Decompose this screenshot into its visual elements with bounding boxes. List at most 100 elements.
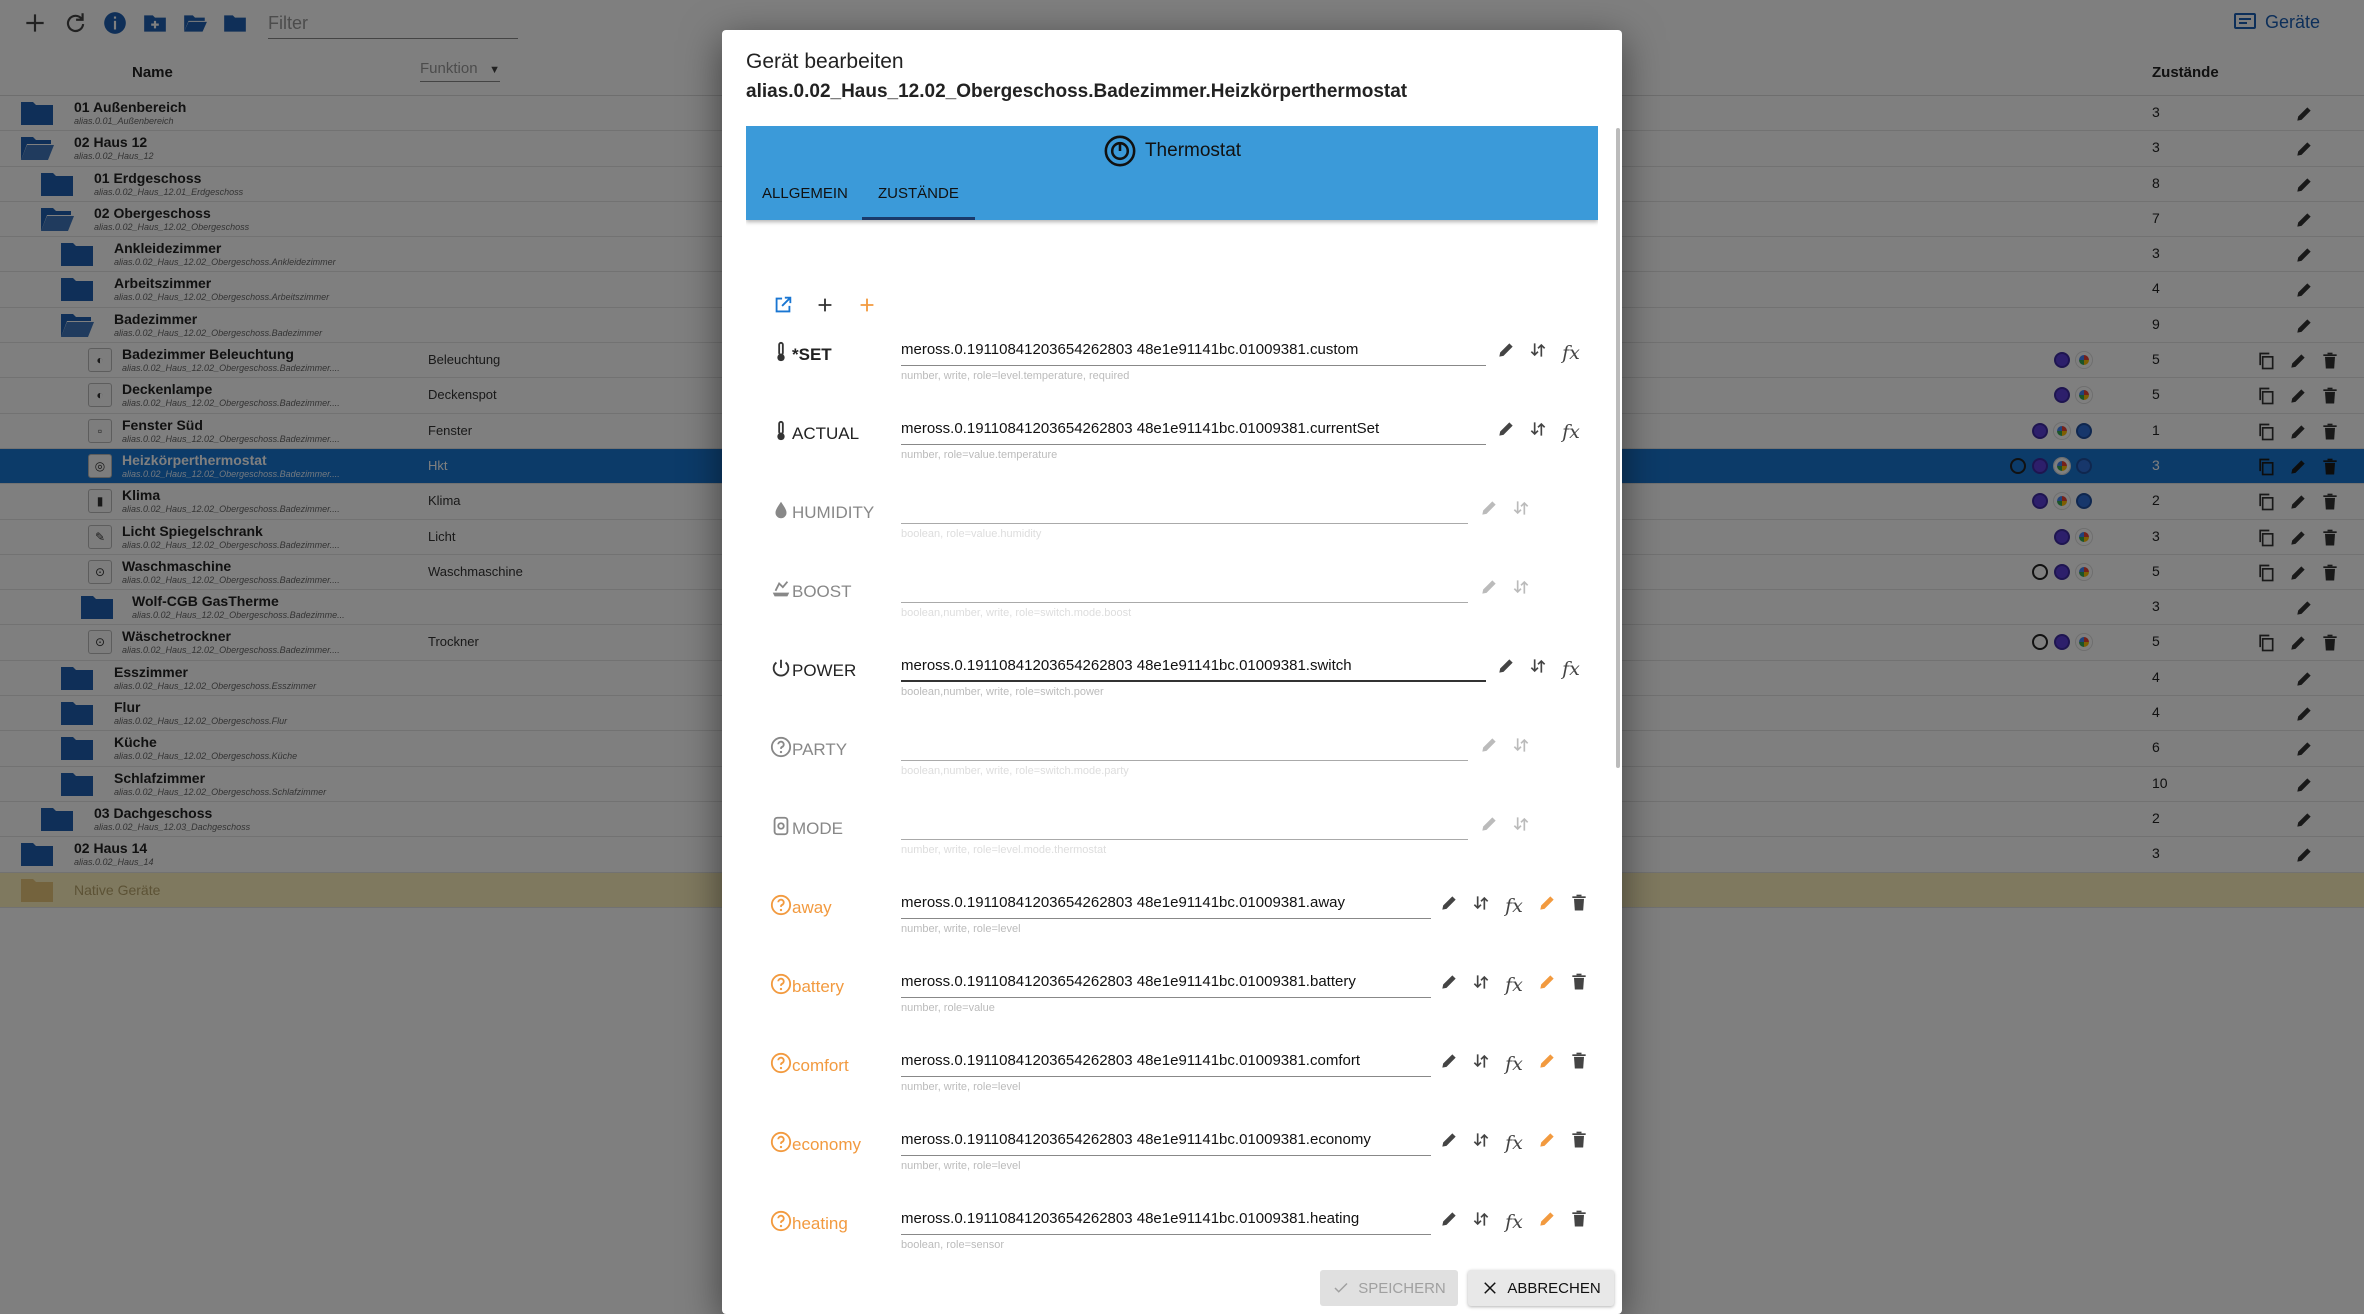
state-hint: number, write, role=level: [901, 1081, 1021, 1093]
state-actions: [1479, 498, 1531, 523]
edit-icon[interactable]: [1479, 498, 1499, 523]
state-actions: fx: [1439, 1130, 1589, 1155]
state-id-input[interactable]: [901, 731, 1468, 761]
swap-icon[interactable]: [1471, 1130, 1491, 1155]
swap-icon[interactable]: [1528, 340, 1548, 365]
state-name: economy: [792, 1135, 861, 1154]
tab-general[interactable]: ALLGEMEIN: [746, 181, 864, 220]
swap-icon[interactable]: [1471, 893, 1491, 918]
swap-icon[interactable]: [1511, 577, 1531, 602]
humidity-icon: [770, 499, 792, 521]
state-name: MODE: [792, 819, 843, 838]
swap-icon[interactable]: [1471, 1051, 1491, 1076]
swap-icon[interactable]: [1471, 1209, 1491, 1234]
thermometer-icon: [770, 341, 792, 363]
help-icon: [770, 973, 792, 995]
rename-icon[interactable]: [1537, 893, 1557, 918]
state-id-input[interactable]: meross.0.19110841203654262803 48e1e91141…: [901, 1205, 1431, 1235]
function-icon[interactable]: fx: [1503, 1211, 1525, 1233]
state-id-input[interactable]: meross.0.19110841203654262803 48e1e91141…: [901, 652, 1486, 682]
state-id-input[interactable]: [901, 494, 1468, 524]
function-icon[interactable]: fx: [1503, 1053, 1525, 1075]
swap-icon[interactable]: [1528, 656, 1548, 681]
state-id-input[interactable]: meross.0.19110841203654262803 48e1e91141…: [901, 968, 1431, 998]
state-name: away: [792, 898, 832, 917]
open-in-new-icon[interactable]: [772, 294, 794, 316]
swap-icon[interactable]: [1511, 498, 1531, 523]
state-row-economy: economy meross.0.19110841203654262803 48e…: [746, 1114, 1598, 1193]
function-icon[interactable]: fx: [1560, 342, 1582, 364]
function-icon[interactable]: fx: [1503, 1132, 1525, 1154]
delete-icon[interactable]: [1569, 893, 1589, 918]
dialog-scrollbar[interactable]: [1616, 128, 1620, 768]
help-icon: [770, 894, 792, 916]
edit-icon[interactable]: [1479, 577, 1499, 602]
function-icon[interactable]: fx: [1560, 421, 1582, 443]
state-hint: boolean,number, write, role=switch.mode.…: [901, 607, 1132, 619]
edit-icon[interactable]: [1479, 814, 1499, 839]
function-icon[interactable]: fx: [1503, 974, 1525, 996]
edit-icon[interactable]: [1496, 419, 1516, 444]
function-icon[interactable]: fx: [1560, 658, 1582, 680]
swap-icon[interactable]: [1471, 972, 1491, 997]
state-row-boost: BOOST boolean,number, write, role=switch.…: [746, 561, 1598, 640]
edit-icon[interactable]: [1439, 1209, 1459, 1234]
delete-icon[interactable]: [1569, 1209, 1589, 1234]
cancel-button[interactable]: ABBRECHEN: [1468, 1270, 1614, 1306]
state-id-input[interactable]: meross.0.19110841203654262803 48e1e91141…: [901, 1126, 1431, 1156]
state-row-battery: battery meross.0.19110841203654262803 48e…: [746, 956, 1598, 1035]
edit-icon[interactable]: [1496, 340, 1516, 365]
edit-icon[interactable]: [1439, 893, 1459, 918]
save-button[interactable]: SPEICHERN: [1320, 1270, 1458, 1306]
state-actions: [1479, 577, 1531, 602]
edit-icon[interactable]: [1439, 1051, 1459, 1076]
edit-icon[interactable]: [1479, 735, 1499, 760]
swap-icon[interactable]: [1528, 419, 1548, 444]
swap-icon[interactable]: [1511, 735, 1531, 760]
rename-icon[interactable]: [1537, 1051, 1557, 1076]
tab-states[interactable]: ZUSTÄNDE: [862, 181, 975, 220]
card-title-text: Thermostat: [1144, 140, 1242, 161]
state-hint: boolean,number, write, role=switch.power: [901, 686, 1104, 698]
state-hint: number, write, role=level: [901, 1160, 1021, 1172]
help-icon: [770, 1131, 792, 1153]
add-custom-state-icon[interactable]: [856, 294, 878, 316]
delete-icon[interactable]: [1569, 1130, 1589, 1155]
state-hint: number, write, role=level.mode.thermosta…: [901, 844, 1107, 856]
edit-icon[interactable]: [1496, 656, 1516, 681]
state-row-power: POWER meross.0.19110841203654262803 48e1e…: [746, 640, 1598, 719]
state-row-set: *SET meross.0.19110841203654262803 48e1e9…: [746, 324, 1598, 403]
state-id-input[interactable]: meross.0.19110841203654262803 48e1e91141…: [901, 1047, 1431, 1077]
state-id-input[interactable]: [901, 573, 1468, 603]
check-icon: [1334, 1282, 1348, 1293]
edit-device-dialog: Gerät bearbeiten alias.0.02_Haus_12.02_O…: [722, 30, 1622, 1314]
state-name: BOOST: [792, 582, 852, 601]
delete-icon[interactable]: [1569, 1051, 1589, 1076]
edit-icon[interactable]: [1439, 972, 1459, 997]
rename-icon[interactable]: [1537, 1130, 1557, 1155]
state-id-input[interactable]: meross.0.19110841203654262803 48e1e91141…: [901, 889, 1431, 919]
add-state-icon[interactable]: [814, 294, 836, 316]
rename-icon[interactable]: [1537, 1209, 1557, 1234]
dialog-device-id: alias.0.02_Haus_12.02_Obergeschoss.Badez…: [746, 81, 1408, 102]
state-hint: number, role=value.temperature: [901, 449, 1058, 461]
state-hint: boolean,number, write, role=switch.mode.…: [901, 765, 1129, 777]
state-name: ACTUAL: [792, 424, 860, 443]
edit-icon[interactable]: [1439, 1130, 1459, 1155]
state-row-heating: heating meross.0.19110841203654262803 48e…: [746, 1193, 1598, 1272]
state-name: POWER: [792, 661, 857, 680]
state-actions: fx: [1496, 340, 1582, 365]
state-id-input[interactable]: meross.0.19110841203654262803 48e1e91141…: [901, 415, 1486, 445]
card-title: Thermostat: [746, 134, 1598, 168]
state-id-input[interactable]: meross.0.19110841203654262803 48e1e91141…: [901, 336, 1486, 366]
states-toolbar: [772, 294, 878, 316]
rename-icon[interactable]: [1537, 972, 1557, 997]
delete-icon[interactable]: [1569, 972, 1589, 997]
help-icon: [770, 1052, 792, 1074]
state-actions: fx: [1496, 656, 1582, 681]
device-card: Thermostat ALLGEMEIN ZUSTÄNDE *SET meross…: [746, 126, 1598, 1296]
swap-icon[interactable]: [1511, 814, 1531, 839]
function-icon[interactable]: fx: [1503, 895, 1525, 917]
state-id-input[interactable]: [901, 810, 1468, 840]
state-row-actual: ACTUAL meross.0.19110841203654262803 48e1…: [746, 403, 1598, 482]
